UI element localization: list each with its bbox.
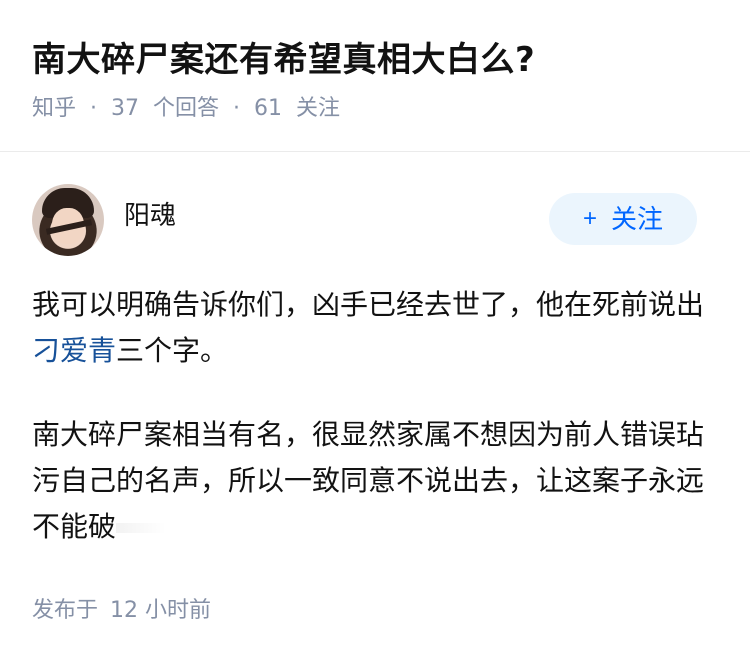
question-header: 南大碎尸案还有希望真相大白么? 知乎 · 37 个回答 · 61 关注 xyxy=(0,0,750,152)
source-label[interactable]: 知乎 xyxy=(32,92,76,126)
question-meta: 知乎 · 37 个回答 · 61 关注 xyxy=(32,92,340,126)
author-name[interactable]: 阳魂 xyxy=(124,198,176,234)
answer-paragraph: 我可以明确告诉你们，凶手已经去世了，他在死前说出刁爱青三个字。 xyxy=(32,288,705,367)
answer-content: 我可以明确告诉你们，凶手已经去世了，他在死前说出刁爱青三个字。 南大碎尸案相当有… xyxy=(32,282,712,550)
answer-count[interactable]: 37 个回答 xyxy=(111,92,219,126)
post-time: 发布于 12 小时前 xyxy=(32,594,211,628)
question-title[interactable]: 南大碎尸案还有希望真相大白么? xyxy=(32,36,535,84)
follower-count[interactable]: 61 关注 xyxy=(254,92,340,126)
text-fade xyxy=(116,523,167,533)
follow-button[interactable]: + 关注 xyxy=(549,193,697,245)
avatar[interactable] xyxy=(32,184,104,256)
search-link[interactable]: 刁爱青 xyxy=(32,334,116,367)
post-time-value: 12 小时前 xyxy=(110,598,212,623)
divider xyxy=(0,151,750,152)
meta-separator: · xyxy=(233,96,241,121)
plus-icon: + xyxy=(582,205,597,232)
answer-paragraph: 南大碎尸案相当有名，很显然家属不想因为前人错误玷污自己的名声，所以一致同意不说出… xyxy=(32,418,705,543)
follow-label: 关注 xyxy=(611,204,664,234)
meta-separator: · xyxy=(90,96,98,121)
author-row: 阳魂 + 关注 xyxy=(0,180,750,260)
post-time-label: 发布于 xyxy=(32,598,99,623)
